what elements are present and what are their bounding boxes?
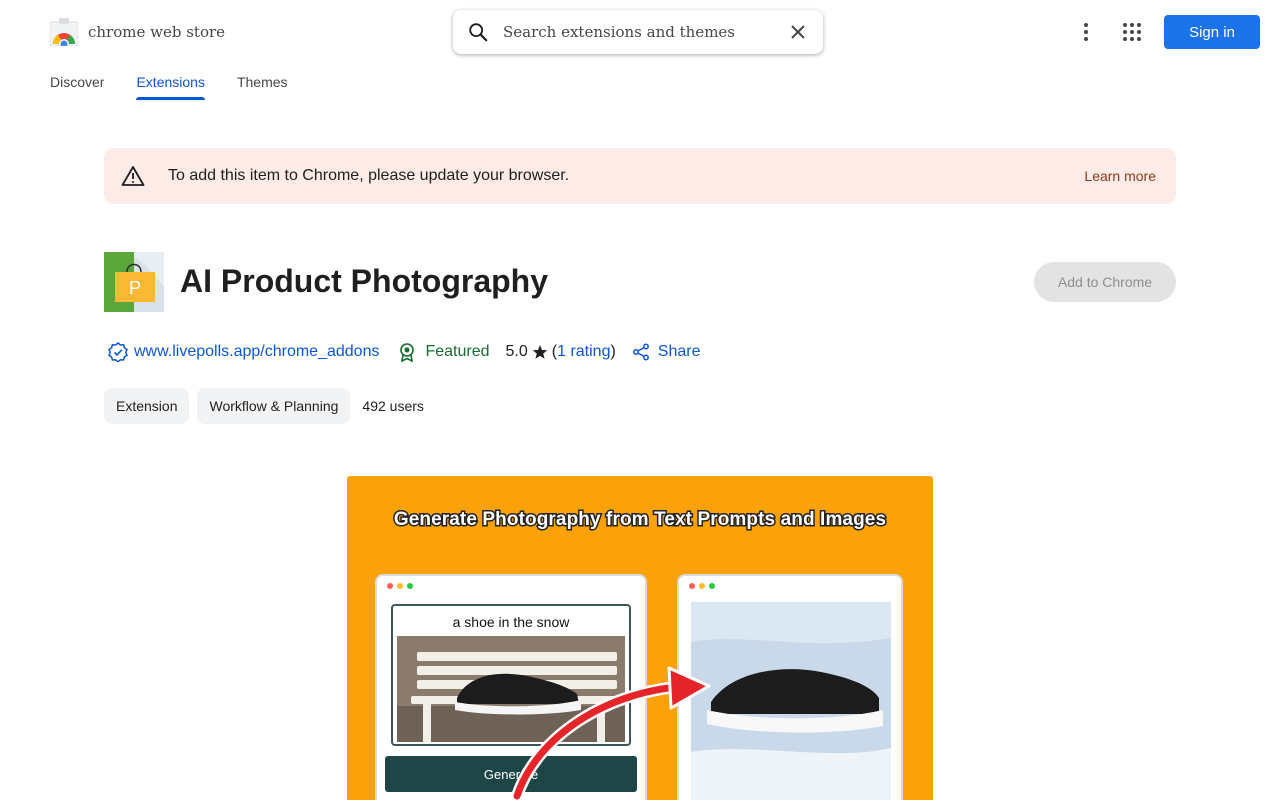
rating-close-paren: ) bbox=[610, 343, 616, 360]
dot-green bbox=[709, 583, 715, 589]
dot-yellow bbox=[397, 583, 403, 589]
arrow-graphic bbox=[511, 666, 711, 800]
extension-icon: P bbox=[104, 252, 164, 312]
star-icon bbox=[532, 345, 548, 359]
update-warning-banner: To add this item to Chrome, please updat… bbox=[104, 148, 1176, 204]
close-icon[interactable] bbox=[788, 22, 808, 42]
featured-label: Featured bbox=[425, 343, 490, 360]
top-header: chrome web store Sign in bbox=[0, 0, 1280, 64]
developer-link[interactable]: www.livepolls.app/chrome_addons bbox=[134, 343, 379, 361]
tab-themes[interactable]: Themes bbox=[237, 70, 288, 104]
rating-value: 5.0 bbox=[505, 343, 528, 360]
store-name: chrome web store bbox=[88, 23, 226, 41]
featured-badge-icon bbox=[400, 343, 415, 362]
share-link[interactable]: Share bbox=[658, 343, 701, 361]
screenshot-headline: Generate Photography from Text Prompts a… bbox=[392, 508, 887, 532]
store-logo[interactable]: chrome web store bbox=[50, 18, 225, 46]
google-apps-icon[interactable] bbox=[1120, 20, 1144, 44]
share-icon[interactable] bbox=[632, 343, 650, 361]
dot-red bbox=[387, 583, 393, 589]
search-box[interactable] bbox=[453, 10, 823, 54]
more-options-icon[interactable] bbox=[1074, 20, 1098, 44]
extension-title: AI Product Photography bbox=[180, 263, 548, 299]
chip-extension[interactable]: Extension bbox=[104, 388, 190, 424]
user-count: 492 users bbox=[362, 398, 424, 414]
chip-category[interactable]: Workflow & Planning bbox=[197, 388, 351, 424]
window-dots bbox=[689, 583, 719, 589]
rating-count-link[interactable]: 1 rating bbox=[557, 343, 610, 361]
search-icon[interactable] bbox=[467, 21, 489, 43]
svg-text:P: P bbox=[129, 278, 141, 298]
category-chips: Extension Workflow & Planning 492 users bbox=[104, 388, 424, 424]
prompt-text: a shoe in the snow bbox=[452, 614, 570, 630]
banner-message: To add this item to Chrome, please updat… bbox=[168, 167, 570, 184]
dot-yellow bbox=[699, 583, 705, 589]
chrome-web-store-icon bbox=[50, 18, 78, 46]
search-input[interactable] bbox=[503, 20, 773, 44]
add-to-chrome-button[interactable]: Add to Chrome bbox=[1034, 262, 1176, 302]
tab-discover[interactable]: Discover bbox=[50, 70, 104, 104]
tab-extensions[interactable]: Extensions bbox=[136, 70, 206, 104]
sign-in-button[interactable]: Sign in bbox=[1164, 15, 1260, 49]
category-tabs: Discover Extensions Themes bbox=[50, 70, 320, 104]
verified-icon bbox=[108, 342, 128, 362]
window-dots bbox=[387, 583, 417, 589]
extension-meta: www.livepolls.app/chrome_addons Featured… bbox=[108, 342, 701, 362]
snow-shoe-image bbox=[691, 602, 891, 800]
dot-green bbox=[407, 583, 413, 589]
warning-icon bbox=[121, 166, 145, 186]
learn-more-link[interactable]: Learn more bbox=[1084, 168, 1156, 184]
dot-red bbox=[689, 583, 695, 589]
extension-screenshot[interactable]: Generate Photography from Text Prompts a… bbox=[347, 476, 933, 800]
